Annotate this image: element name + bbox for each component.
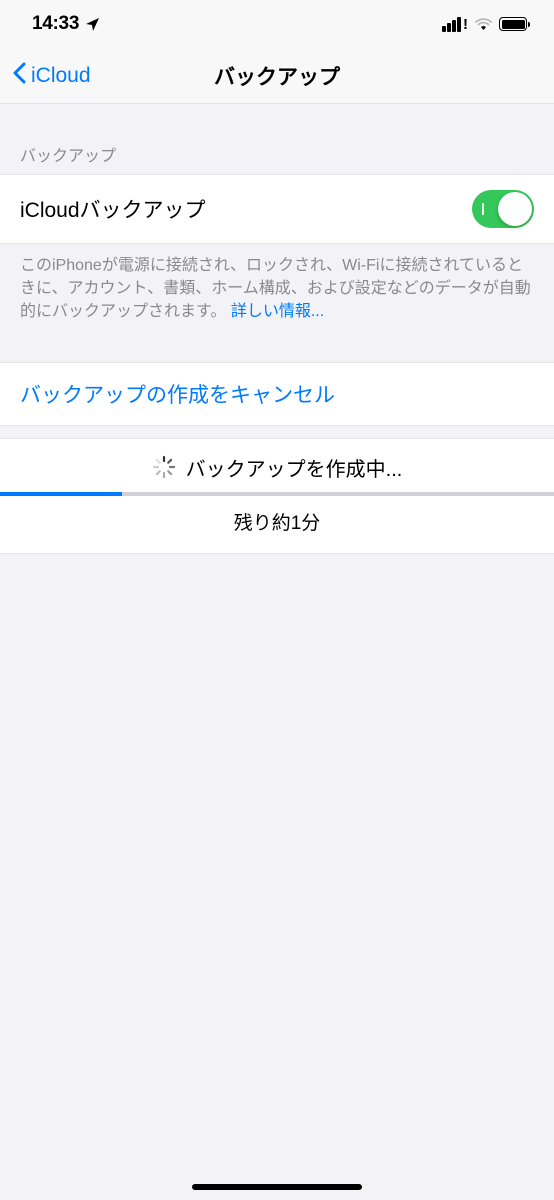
page-title: バックアップ xyxy=(214,61,340,91)
battery-icon xyxy=(499,17,530,31)
progress-bar xyxy=(0,492,554,496)
status-left: 14:33 xyxy=(32,13,100,35)
icloud-backup-toggle[interactable] xyxy=(472,190,534,228)
backup-description: このiPhoneが電源に接続され、ロックされ、Wi-Fiに接続されているときに、… xyxy=(0,244,554,324)
progress-status-text: バックアップを作成中... xyxy=(186,453,403,482)
chevron-left-icon xyxy=(12,62,27,90)
location-icon xyxy=(85,17,100,32)
learn-more-link[interactable]: 詳しい情報... xyxy=(231,303,324,320)
icloud-backup-label: iCloudバックアップ xyxy=(20,194,206,224)
nav-bar: iCloud バックアップ xyxy=(0,48,554,104)
cellular-signal-icon: ! xyxy=(442,17,468,32)
progress-fill xyxy=(0,492,122,496)
progress-section: バックアップを作成中... 残り約1分 xyxy=(0,438,554,554)
content: バックアップ iCloudバックアップ このiPhoneが電源に接続され、ロック… xyxy=(0,104,554,554)
icloud-backup-cell: iCloudバックアップ xyxy=(0,174,554,244)
home-indicator[interactable] xyxy=(192,1184,362,1190)
wifi-icon xyxy=(474,17,493,31)
section-header-backup: バックアップ xyxy=(0,120,554,174)
spinner-icon xyxy=(152,455,176,479)
back-button[interactable]: iCloud xyxy=(0,62,91,90)
status-bar: 14:33 ! xyxy=(0,0,554,48)
cancel-backup-label: バックアップの作成をキャンセル xyxy=(20,384,335,407)
status-time: 14:33 xyxy=(32,13,79,35)
progress-remaining-text: 残り約1分 xyxy=(0,508,554,535)
cancel-backup-button[interactable]: バックアップの作成をキャンセル xyxy=(0,362,554,426)
status-right: ! xyxy=(442,17,530,32)
back-label: iCloud xyxy=(31,64,91,88)
